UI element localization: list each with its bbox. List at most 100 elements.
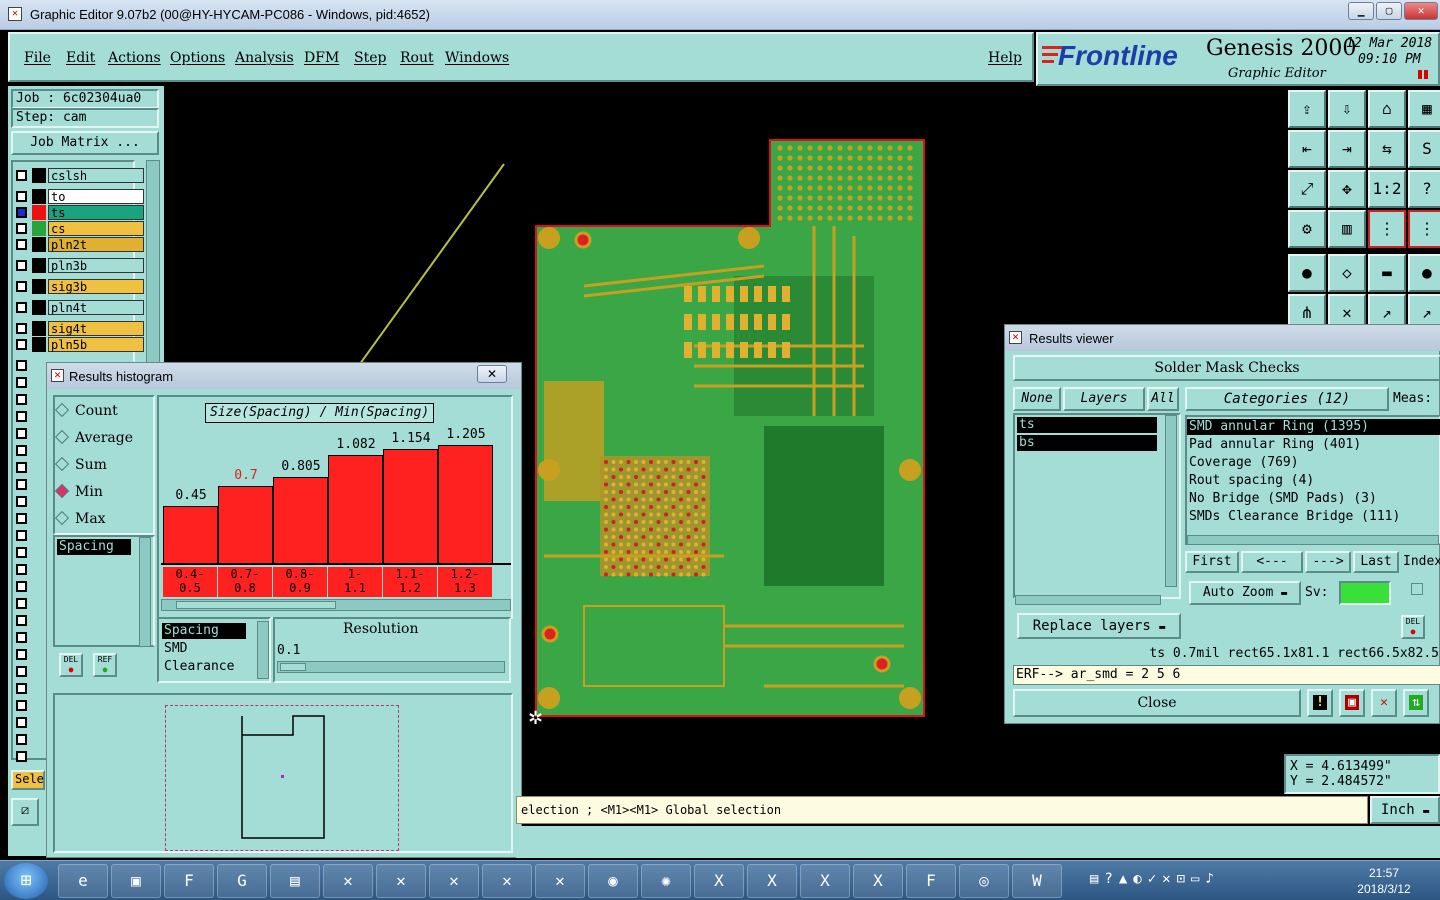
all-button[interactable]: All: [1147, 387, 1179, 411]
taskbar-app-icon[interactable]: F: [906, 864, 956, 898]
layer-checkbox[interactable]: [16, 170, 27, 181]
results-category-item[interactable]: Rout spacing (4): [1189, 473, 1314, 488]
layer-checkbox[interactable]: [16, 615, 27, 626]
maximize-button[interactable]: ▢: [1376, 2, 1402, 20]
fit-icon[interactable]: ⤢: [1288, 170, 1326, 208]
mode-max-radio[interactable]: Max: [54, 510, 106, 527]
resolution-slider[interactable]: [277, 661, 505, 673]
menu-analysis[interactable]: Analysis: [235, 50, 294, 66]
category-item[interactable]: Spacing: [162, 623, 246, 639]
results-category-item[interactable]: SMDs Clearance Bridge (111): [1189, 509, 1400, 524]
histogram-close-button[interactable]: ✕: [477, 365, 507, 383]
layer-checkbox[interactable]: [16, 428, 27, 439]
mode-sum-radio[interactable]: Sum: [54, 456, 107, 473]
first-button[interactable]: First: [1185, 551, 1239, 573]
layer-checkbox[interactable]: [16, 411, 27, 422]
layer-checkbox[interactable]: [16, 239, 27, 250]
layer-checkbox[interactable]: [16, 302, 27, 313]
ratio-icon[interactable]: 1:2: [1368, 170, 1406, 208]
taskbar-app-icon[interactable]: W: [1012, 864, 1062, 898]
menu-windows[interactable]: Windows: [445, 50, 509, 66]
select-icon[interactable]: ●: [1288, 254, 1326, 292]
layer-checkbox[interactable]: [16, 717, 27, 728]
results-del-button[interactable]: DEL ●: [1401, 615, 1425, 639]
metric-list-scrollbar[interactable]: [139, 537, 151, 647]
layer-checkbox[interactable]: [16, 339, 27, 350]
layer-checkbox[interactable]: [16, 530, 27, 541]
scale-icon[interactable]: ⇆: [1368, 130, 1406, 168]
histogram-bar[interactable]: [383, 448, 438, 563]
mode-min-radio[interactable]: Min: [54, 483, 103, 500]
taskbar-app-icon[interactable]: ✕: [429, 864, 479, 898]
taskbar-app-icon[interactable]: ▣: [111, 864, 161, 898]
taskbar-app-icon[interactable]: ✕: [535, 864, 585, 898]
category-item[interactable]: Clearance: [164, 659, 234, 674]
layer-checkbox[interactable]: [16, 281, 27, 292]
taskbar-app-icon[interactable]: ✕: [482, 864, 532, 898]
histogram-bar[interactable]: [328, 454, 383, 563]
menu-options[interactable]: Options: [170, 50, 225, 66]
export-icon[interactable]: ⇅: [1403, 689, 1429, 717]
start-button-icon[interactable]: ⊞: [4, 863, 48, 899]
layer-checkbox[interactable]: [16, 564, 27, 575]
job-matrix-button[interactable]: Job Matrix ...: [11, 131, 159, 155]
menu-rout[interactable]: Rout: [400, 50, 434, 66]
taskbar-app-icon[interactable]: G: [217, 864, 267, 898]
mode-average-radio[interactable]: Average: [54, 429, 133, 446]
layer-checkbox[interactable]: [16, 223, 27, 234]
layer-checkbox[interactable]: [16, 734, 27, 745]
auto-zoom-dropdown[interactable]: Auto Zoom ▬: [1189, 581, 1301, 605]
no-report-icon[interactable]: ✕: [1371, 689, 1397, 717]
taskbar-app-icon[interactable]: ◉: [588, 864, 638, 898]
layer-checkbox[interactable]: [16, 323, 27, 334]
category-hscrollbar[interactable]: [1187, 535, 1439, 545]
curve-icon[interactable]: S: [1408, 130, 1440, 168]
layer-checkbox[interactable]: [16, 683, 27, 694]
prev-step-icon[interactable]: ⇤: [1288, 130, 1326, 168]
taskbar-app-icon[interactable]: ◎: [959, 864, 1009, 898]
results-category-item[interactable]: Coverage (769): [1189, 455, 1299, 470]
menu-dfm[interactable]: DFM: [304, 50, 339, 66]
next-button[interactable]: --->: [1305, 551, 1351, 573]
layer-checkbox[interactable]: [16, 360, 27, 371]
open-icon[interactable]: ⇪: [1288, 90, 1326, 128]
replace-layers-dropdown[interactable]: Replace layers ▬: [1017, 613, 1181, 639]
menu-help[interactable]: Help: [988, 50, 1022, 66]
close-results-button[interactable]: Close: [1013, 689, 1301, 717]
measure-icon[interactable]: ⚙: [1288, 210, 1326, 248]
chart-hscrollbar[interactable]: [161, 599, 511, 611]
taskbar-app-icon[interactable]: X: [747, 864, 797, 898]
layer-checkbox[interactable]: [16, 547, 27, 558]
units-dropdown[interactable]: Inch ▬: [1370, 796, 1440, 824]
severity-color-picker[interactable]: [1339, 581, 1391, 605]
net2-icon[interactable]: ⋮: [1408, 210, 1440, 248]
box-icon[interactable]: ◇: [1328, 254, 1366, 292]
layer-checkbox[interactable]: [16, 649, 27, 660]
layer-checkbox[interactable]: [16, 394, 27, 405]
taskbar-app-icon[interactable]: e: [58, 864, 108, 898]
layer-checkbox[interactable]: [16, 260, 27, 271]
taskbar-app-icon[interactable]: ✺: [641, 864, 691, 898]
minimize-button[interactable]: ▁: [1348, 2, 1374, 20]
metric-item-spacing[interactable]: Spacing: [57, 539, 131, 555]
layer-checkbox[interactable]: [16, 632, 27, 643]
taskbar-clock[interactable]: 21:57 2018/3/12: [1352, 865, 1416, 897]
layer-checkbox[interactable]: [16, 513, 27, 524]
layer-checkbox[interactable]: [16, 191, 27, 202]
layer-checkbox[interactable]: [16, 479, 27, 490]
results-layer-scrollbar[interactable]: [1165, 415, 1177, 587]
results-category-item[interactable]: SMD annular Ring (1395): [1187, 419, 1440, 435]
layers-button[interactable]: Layers: [1063, 387, 1145, 411]
results-layer-item[interactable]: bs: [1017, 435, 1157, 451]
histogram-ref-button[interactable]: REF ●: [93, 653, 117, 677]
taskbar-app-icon[interactable]: ▤: [270, 864, 320, 898]
select-button[interactable]: Sele: [11, 770, 45, 790]
menu-actions[interactable]: Actions: [108, 50, 161, 66]
board-thumbnail[interactable]: [53, 693, 513, 853]
histogram-bar[interactable]: [438, 444, 493, 563]
none-button[interactable]: None: [1013, 387, 1061, 411]
ruler-icon[interactable]: ▬: [1368, 254, 1406, 292]
layers-icon[interactable]: ▥: [1328, 210, 1366, 248]
center-icon[interactable]: ✥: [1328, 170, 1366, 208]
menu-edit[interactable]: Edit: [66, 50, 95, 66]
